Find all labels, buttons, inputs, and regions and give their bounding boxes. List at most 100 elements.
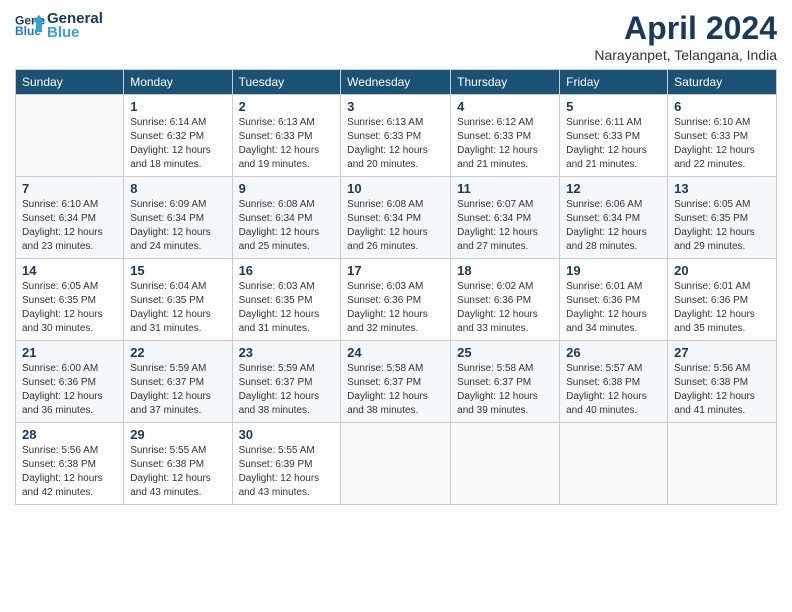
calendar-cell: 23Sunrise: 5:59 AM Sunset: 6:37 PM Dayli… <box>232 341 341 423</box>
day-info: Sunrise: 5:59 AM Sunset: 6:37 PM Dayligh… <box>130 362 225 418</box>
day-number: 23 <box>239 345 335 360</box>
weekday-header-thursday: Thursday <box>451 70 560 95</box>
calendar-header-row: SundayMondayTuesdayWednesdayThursdayFrid… <box>16 70 777 95</box>
day-number: 8 <box>130 181 225 196</box>
day-info: Sunrise: 6:14 AM Sunset: 6:32 PM Dayligh… <box>130 116 225 172</box>
calendar-cell: 28Sunrise: 5:56 AM Sunset: 6:38 PM Dayli… <box>16 423 124 505</box>
title-section: April 2024 Narayanpet, Telangana, India <box>594 10 777 63</box>
day-info: Sunrise: 6:03 AM Sunset: 6:36 PM Dayligh… <box>347 280 444 336</box>
weekday-header-saturday: Saturday <box>668 70 777 95</box>
calendar-cell: 4 Sunrise: 6:12 AM Sunset: 6:33 PM Daylig… <box>451 95 560 177</box>
calendar-cell <box>451 423 560 505</box>
logo-text: General Blue <box>47 10 103 41</box>
day-number: 30 <box>239 427 335 442</box>
day-info: Sunrise: 5:57 AM Sunset: 6:38 PM Dayligh… <box>566 362 661 418</box>
page-container: General Blue General Blue April 2024 Nar… <box>0 0 792 510</box>
calendar-cell: 20 Sunrise: 6:01 AM Sunset: 6:36 PM Dayli… <box>668 259 777 341</box>
calendar-week-row: 7 Sunrise: 6:10 AM Sunset: 6:34 PM Daylig… <box>16 177 777 259</box>
calendar-cell: 11 Sunrise: 6:07 AM Sunset: 6:34 PM Dayli… <box>451 177 560 259</box>
day-number: 13 <box>674 181 770 196</box>
day-info: Sunrise: 6:13 AM Sunset: 6:33 PM Dayligh… <box>347 116 444 172</box>
day-number: 19 <box>566 263 661 278</box>
calendar-cell: 17 Sunrise: 6:03 AM Sunset: 6:36 PM Dayli… <box>341 259 451 341</box>
day-info: Sunrise: 5:55 AM Sunset: 6:39 PM Dayligh… <box>239 444 335 500</box>
day-info: Sunrise: 6:01 AM Sunset: 6:36 PM Dayligh… <box>566 280 661 336</box>
calendar-cell: 1Sunrise: 6:14 AM Sunset: 6:32 PM Daylig… <box>124 95 232 177</box>
day-number: 17 <box>347 263 444 278</box>
day-info: Sunrise: 6:07 AM Sunset: 6:34 PM Dayligh… <box>457 198 553 254</box>
calendar-cell: 9 Sunrise: 6:08 AM Sunset: 6:34 PM Daylig… <box>232 177 341 259</box>
calendar-cell: 27 Sunrise: 5:56 AM Sunset: 6:38 PM Dayli… <box>668 341 777 423</box>
day-info: Sunrise: 5:55 AM Sunset: 6:38 PM Dayligh… <box>130 444 225 500</box>
day-number: 27 <box>674 345 770 360</box>
location: Narayanpet, Telangana, India <box>594 47 777 63</box>
day-number: 20 <box>674 263 770 278</box>
weekday-header-sunday: Sunday <box>16 70 124 95</box>
weekday-header-friday: Friday <box>560 70 668 95</box>
day-number: 29 <box>130 427 225 442</box>
calendar-cell: 22 Sunrise: 5:59 AM Sunset: 6:37 PM Dayli… <box>124 341 232 423</box>
calendar-cell: 18Sunrise: 6:02 AM Sunset: 6:36 PM Dayli… <box>451 259 560 341</box>
day-number: 10 <box>347 181 444 196</box>
day-number: 25 <box>457 345 553 360</box>
header: General Blue General Blue April 2024 Nar… <box>15 10 777 63</box>
day-number: 9 <box>239 181 335 196</box>
day-info: Sunrise: 6:05 AM Sunset: 6:35 PM Dayligh… <box>674 198 770 254</box>
calendar-cell: 2Sunrise: 6:13 AM Sunset: 6:33 PM Daylig… <box>232 95 341 177</box>
logo: General Blue General Blue <box>15 10 103 41</box>
calendar-cell: 19 Sunrise: 6:01 AM Sunset: 6:36 PM Dayli… <box>560 259 668 341</box>
day-info: Sunrise: 6:13 AM Sunset: 6:33 PM Dayligh… <box>239 116 335 172</box>
calendar-cell: 15 Sunrise: 6:04 AM Sunset: 6:35 PM Dayli… <box>124 259 232 341</box>
day-number: 24 <box>347 345 444 360</box>
day-info: Sunrise: 5:56 AM Sunset: 6:38 PM Dayligh… <box>674 362 770 418</box>
day-info: Sunrise: 6:09 AM Sunset: 6:34 PM Dayligh… <box>130 198 225 254</box>
day-info: Sunrise: 6:08 AM Sunset: 6:34 PM Dayligh… <box>239 198 335 254</box>
calendar-week-row: 28Sunrise: 5:56 AM Sunset: 6:38 PM Dayli… <box>16 423 777 505</box>
day-info: Sunrise: 6:02 AM Sunset: 6:36 PM Dayligh… <box>457 280 553 336</box>
calendar-cell: 29 Sunrise: 5:55 AM Sunset: 6:38 PM Dayli… <box>124 423 232 505</box>
calendar-cell: 12Sunrise: 6:06 AM Sunset: 6:34 PM Dayli… <box>560 177 668 259</box>
day-number: 22 <box>130 345 225 360</box>
day-info: Sunrise: 6:10 AM Sunset: 6:34 PM Dayligh… <box>22 198 117 254</box>
calendar-cell: 7 Sunrise: 6:10 AM Sunset: 6:34 PM Daylig… <box>16 177 124 259</box>
calendar-cell: 13 Sunrise: 6:05 AM Sunset: 6:35 PM Dayli… <box>668 177 777 259</box>
day-number: 4 <box>457 99 553 114</box>
day-number: 14 <box>22 263 117 278</box>
calendar-cell: 25Sunrise: 5:58 AM Sunset: 6:37 PM Dayli… <box>451 341 560 423</box>
day-number: 26 <box>566 345 661 360</box>
day-info: Sunrise: 5:56 AM Sunset: 6:38 PM Dayligh… <box>22 444 117 500</box>
calendar-cell <box>668 423 777 505</box>
calendar-cell: 14 Sunrise: 6:05 AM Sunset: 6:35 PM Dayli… <box>16 259 124 341</box>
day-info: Sunrise: 6:12 AM Sunset: 6:33 PM Dayligh… <box>457 116 553 172</box>
calendar-cell: 26 Sunrise: 5:57 AM Sunset: 6:38 PM Dayli… <box>560 341 668 423</box>
day-info: Sunrise: 6:05 AM Sunset: 6:35 PM Dayligh… <box>22 280 117 336</box>
day-info: Sunrise: 6:01 AM Sunset: 6:36 PM Dayligh… <box>674 280 770 336</box>
day-info: Sunrise: 6:03 AM Sunset: 6:35 PM Dayligh… <box>239 280 335 336</box>
calendar-cell <box>560 423 668 505</box>
month-title: April 2024 <box>594 10 777 47</box>
calendar-cell <box>341 423 451 505</box>
calendar-cell: 21Sunrise: 6:00 AM Sunset: 6:36 PM Dayli… <box>16 341 124 423</box>
day-info: Sunrise: 6:08 AM Sunset: 6:34 PM Dayligh… <box>347 198 444 254</box>
day-number: 11 <box>457 181 553 196</box>
calendar-cell: 6Sunrise: 6:10 AM Sunset: 6:33 PM Daylig… <box>668 95 777 177</box>
weekday-header-wednesday: Wednesday <box>341 70 451 95</box>
weekday-header-tuesday: Tuesday <box>232 70 341 95</box>
calendar-cell: 16Sunrise: 6:03 AM Sunset: 6:35 PM Dayli… <box>232 259 341 341</box>
calendar-cell <box>16 95 124 177</box>
day-number: 21 <box>22 345 117 360</box>
weekday-header-monday: Monday <box>124 70 232 95</box>
calendar-cell: 30 Sunrise: 5:55 AM Sunset: 6:39 PM Dayli… <box>232 423 341 505</box>
calendar-cell: 10 Sunrise: 6:08 AM Sunset: 6:34 PM Dayli… <box>341 177 451 259</box>
day-number: 7 <box>22 181 117 196</box>
day-info: Sunrise: 6:04 AM Sunset: 6:35 PM Dayligh… <box>130 280 225 336</box>
calendar-table: SundayMondayTuesdayWednesdayThursdayFrid… <box>15 69 777 505</box>
calendar-cell: 3Sunrise: 6:13 AM Sunset: 6:33 PM Daylig… <box>341 95 451 177</box>
calendar-cell: 24Sunrise: 5:58 AM Sunset: 6:37 PM Dayli… <box>341 341 451 423</box>
logo-icon: General Blue <box>15 11 45 41</box>
calendar-cell: 8 Sunrise: 6:09 AM Sunset: 6:34 PM Daylig… <box>124 177 232 259</box>
day-number: 15 <box>130 263 225 278</box>
day-number: 6 <box>674 99 770 114</box>
calendar-week-row: 14 Sunrise: 6:05 AM Sunset: 6:35 PM Dayli… <box>16 259 777 341</box>
day-number: 12 <box>566 181 661 196</box>
